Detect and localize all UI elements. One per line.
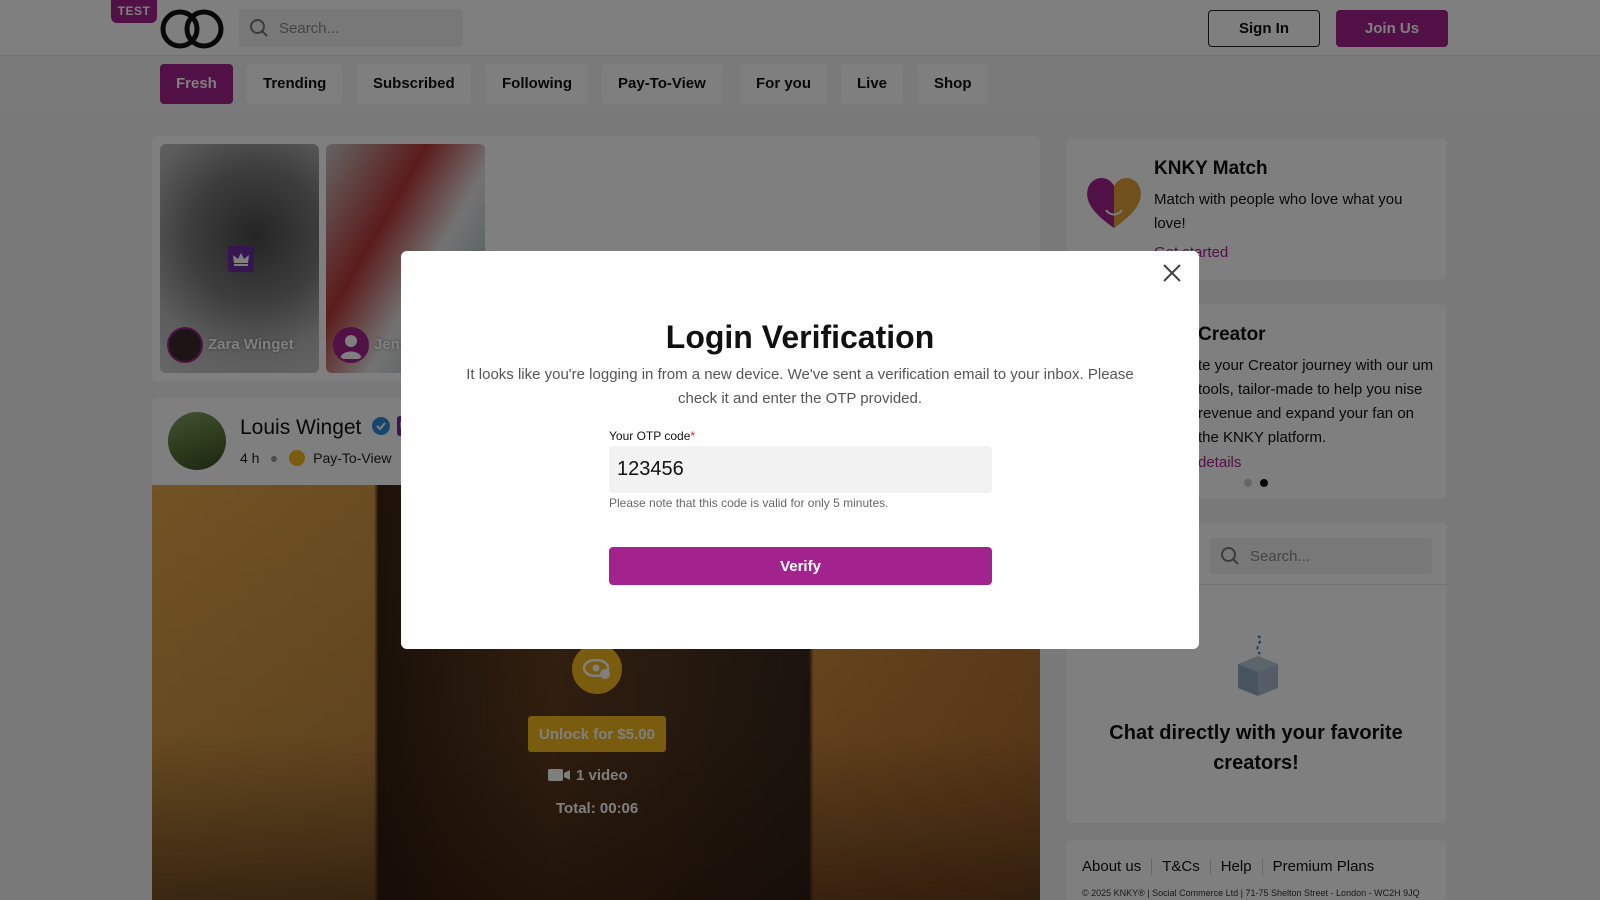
- modal-description: It looks like you're logging in from a n…: [466, 366, 1134, 407]
- login-verification-modal: Login Verification It looks like you're …: [401, 251, 1199, 649]
- required-mark: *: [690, 429, 696, 443]
- close-icon[interactable]: [1160, 261, 1184, 285]
- otp-label-text: Your OTP code: [609, 429, 691, 443]
- verify-button[interactable]: Verify: [609, 547, 992, 585]
- modal-title: Login Verification: [665, 319, 935, 355]
- otp-label: Your OTP code*: [609, 429, 695, 443]
- otp-note: Please note that this code is valid for …: [609, 496, 889, 510]
- otp-input[interactable]: [609, 446, 992, 493]
